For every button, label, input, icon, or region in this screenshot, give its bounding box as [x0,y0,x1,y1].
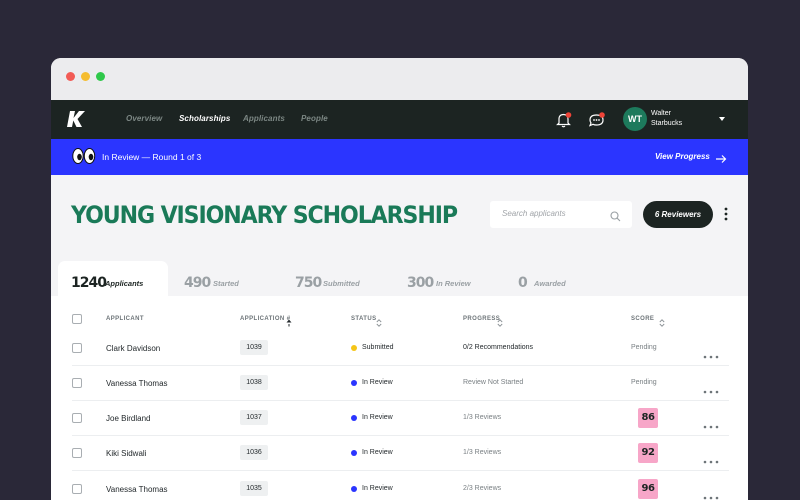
sort-icon[interactable] [659,314,665,327]
tab-count-started[interactable]: 490 [184,275,211,291]
row-checkbox[interactable] [72,343,82,353]
avatar[interactable]: WT [623,107,647,131]
progress-text: Review Not Started [463,379,524,386]
row-divider [72,470,729,471]
tab-count-submitted[interactable]: 750 [295,275,322,291]
search-box[interactable]: Search applicants [490,201,632,228]
eyes-icon [72,147,96,165]
tab-label-in-review[interactable]: In Review [436,279,471,288]
page-title: YOUNG VISIONARY SCHOLARSHIP [71,201,458,229]
more-icon[interactable] [703,451,719,464]
review-status-banner: In Review — Round 1 of 3 View Progress [51,139,748,175]
user-first-name: Walter [651,110,671,117]
application-number: 1039 [240,340,268,355]
view-progress-link[interactable]: View Progress [655,152,710,161]
progress-text: 1/3 Reviews [463,449,502,456]
review-round-status: In Review — Round 1 of 3 [102,152,202,162]
application-number: 1036 [240,445,268,460]
status-dot-in-review [351,486,357,492]
row-checkbox[interactable] [72,448,82,458]
kebab-icon[interactable] [723,206,729,222]
score-pending: Pending [631,344,657,351]
progress-text: 1/3 Reviews [463,414,502,421]
status-dot-in-review [351,380,357,386]
status-text: In Review [362,449,393,456]
status-dot-in-review [351,450,357,456]
column-header-applicant[interactable]: APPLICANT [106,316,144,322]
status-text: Submitted [362,344,394,351]
tab-label-submitted[interactable]: Submitted [323,279,360,288]
sort-icon[interactable] [376,314,382,327]
tab-label-applicants[interactable]: Applicants [105,279,143,288]
maximize-window-button[interactable] [96,72,105,81]
minimize-window-button[interactable] [81,72,90,81]
tab-label-awarded[interactable]: Awarded [534,279,566,288]
sort-icon[interactable] [286,314,292,327]
row-checkbox[interactable] [72,378,82,388]
column-header-status[interactable]: STATUS [351,316,377,322]
column-header-application-number[interactable]: APPLICATION # [240,316,290,322]
arrow-right-icon[interactable] [715,151,727,163]
chat-icon[interactable] [588,111,606,129]
applicant-name[interactable]: Joe Birdland [106,414,150,423]
nav-people[interactable]: People [301,114,328,123]
more-icon[interactable] [703,416,719,429]
application-number: 1038 [240,375,268,390]
nav-scholarships[interactable]: Scholarships [179,114,230,123]
tab-count-in-review[interactable]: 300 [407,275,434,291]
search-input[interactable]: Search applicants [502,209,566,218]
applicant-name[interactable]: Vanessa Thomas [106,379,168,388]
bell-icon[interactable] [555,111,573,129]
app-window: Overview Scholarships Applicants People … [51,58,748,500]
nav-applicants[interactable]: Applicants [243,114,285,123]
column-header-progress[interactable]: PROGRESS [463,316,500,322]
status-text: In Review [362,414,393,421]
search-icon[interactable] [610,209,621,222]
status-text: In Review [362,379,393,386]
select-all-checkbox[interactable] [72,314,82,324]
score-badge: 96 [638,479,658,499]
application-number: 1035 [240,481,268,496]
tab-count-applicants[interactable]: 1240 [71,275,107,291]
applicant-name[interactable]: Kiki Sidwali [106,449,146,458]
status-dot-in-review [351,415,357,421]
more-icon[interactable] [703,487,719,500]
sort-icon[interactable] [497,314,503,327]
reviewers-button[interactable]: 6 Reviewers [643,201,713,228]
progress-text: 0/2 Recommendations [463,344,534,351]
score-badge: 92 [638,443,658,463]
top-nav: Overview Scholarships Applicants People … [51,100,748,139]
more-icon[interactable] [703,381,719,394]
applicant-name[interactable]: Clark Davidson [106,344,160,353]
score-pending: Pending [631,379,657,386]
row-checkbox[interactable] [72,484,82,494]
score-badge: 86 [638,408,658,428]
status-dot-submitted [351,345,357,351]
logo-k-icon[interactable] [67,109,87,129]
more-icon[interactable] [703,346,719,359]
tab-count-awarded[interactable]: 0 [518,275,528,291]
row-divider [72,435,729,436]
status-text: In Review [362,485,393,492]
row-checkbox[interactable] [72,413,82,423]
row-divider [72,400,729,401]
window-titlebar [51,58,748,100]
row-divider [72,365,729,366]
user-menu-chevron-down-icon[interactable] [719,117,725,121]
nav-overview[interactable]: Overview [126,114,162,123]
applicant-name[interactable]: Vanessa Thomas [106,485,168,494]
user-last-name: Starbucks [651,120,683,127]
close-window-button[interactable] [66,72,75,81]
column-header-score[interactable]: SCORE [631,316,654,322]
progress-text: 2/3 Reviews [463,485,502,492]
application-number: 1037 [240,410,268,425]
tab-label-started[interactable]: Started [213,279,239,288]
